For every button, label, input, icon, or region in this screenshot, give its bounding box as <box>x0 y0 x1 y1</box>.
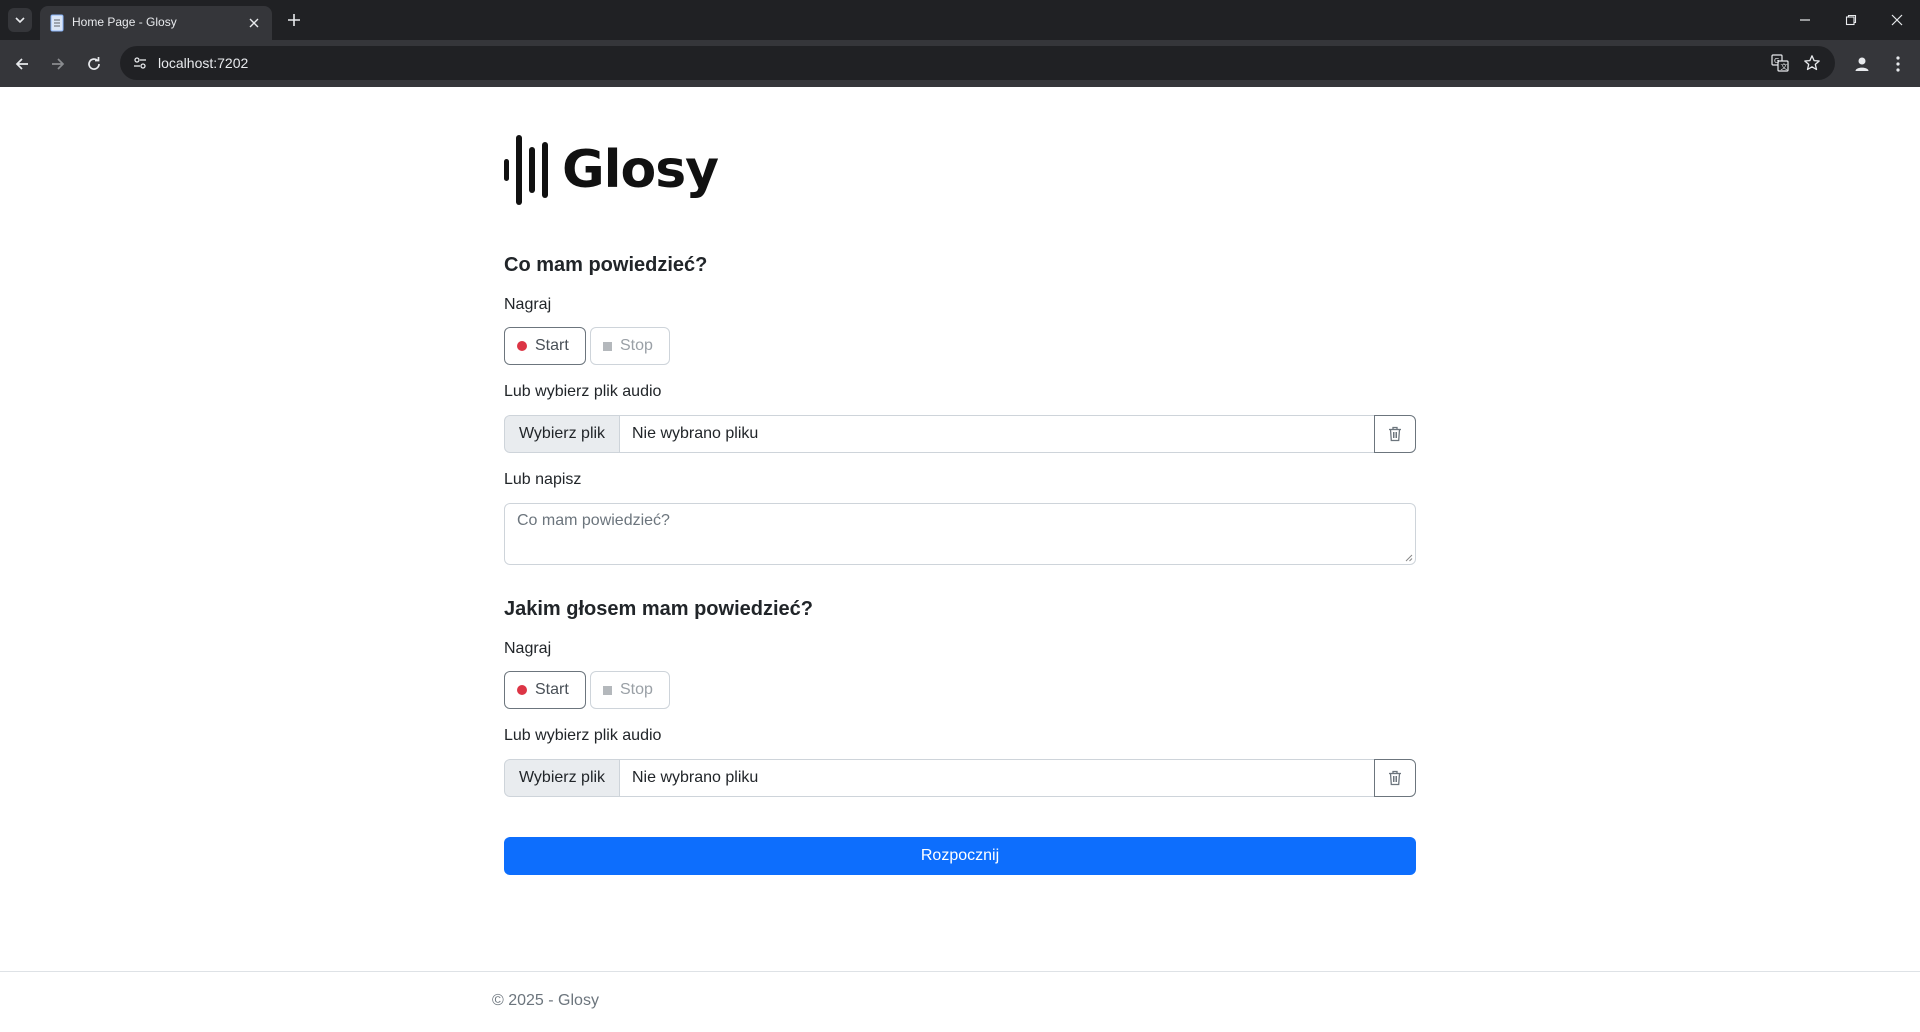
svg-text:文: 文 <box>1781 62 1788 71</box>
tab-title: Home Page - Glosy <box>72 15 177 29</box>
text-input-placeholder: Co mam powiedzieć? <box>517 512 670 529</box>
voice-record-stop-button[interactable]: Stop <box>590 671 670 709</box>
start-process-button[interactable]: Rozpocznij <box>504 837 1416 875</box>
browser-tabbar: Home Page - Glosy <box>0 0 1920 40</box>
file-status-text[interactable]: Nie wybrano pliku <box>620 415 1375 453</box>
browser-toolbar: localhost:7202 G 文 <box>0 40 1920 87</box>
restore-button[interactable] <box>1828 0 1874 40</box>
footer-copyright: © 2025 - Glosy <box>492 992 599 1009</box>
stop-square-icon <box>603 341 612 351</box>
forward-button[interactable] <box>44 50 72 78</box>
audio-file-input[interactable]: Wybierz plik Nie wybrano pliku <box>504 415 1416 453</box>
trash-icon <box>1389 770 1401 786</box>
section-what-heading: Co mam powiedzieć? <box>504 254 708 276</box>
window-close-button[interactable] <box>1874 0 1920 40</box>
record-dot-icon <box>517 341 527 351</box>
close-icon <box>249 18 259 28</box>
logo-text: Glosy <box>562 140 719 200</box>
reload-button[interactable] <box>80 50 108 78</box>
voice-file-input[interactable]: Wybierz plik Nie wybrano pliku <box>504 759 1416 797</box>
arrow-left-icon <box>15 58 28 70</box>
minimize-icon <box>1800 19 1810 21</box>
record-label: Nagraj <box>504 640 552 657</box>
file-status-text[interactable]: Nie wybrano pliku <box>620 759 1375 797</box>
plus-icon <box>288 14 300 26</box>
choose-file-button[interactable]: Wybierz plik <box>504 415 620 453</box>
new-tab-button[interactable] <box>282 8 306 32</box>
choose-file-button[interactable]: Wybierz plik <box>504 759 620 797</box>
url-text: localhost:7202 <box>158 55 249 71</box>
tab-search-button[interactable] <box>8 8 32 32</box>
stop-label: Stop <box>620 681 653 698</box>
section-voice-heading: Jakim głosem mam powiedzieć? <box>504 598 813 620</box>
audio-file-label: Lub wybierz plik audio <box>504 383 662 400</box>
svg-text:G: G <box>1774 57 1779 65</box>
record-stop-button[interactable]: Stop <box>590 327 670 365</box>
back-button[interactable] <box>8 50 36 78</box>
tune-icon <box>134 57 146 69</box>
trash-icon <box>1389 426 1401 442</box>
star-icon <box>1804 55 1820 71</box>
browser-tab-active[interactable]: Home Page - Glosy <box>40 6 272 40</box>
translate-button[interactable]: G 文 <box>1768 51 1792 75</box>
audio-file-label: Lub wybierz plik audio <box>504 727 662 744</box>
close-icon <box>1891 14 1903 26</box>
footer-divider <box>0 971 1920 972</box>
tab-close-button[interactable] <box>244 13 264 33</box>
soundwave-logo-icon <box>504 135 548 205</box>
chevron-down-icon <box>15 17 25 24</box>
site-logo[interactable]: Glosy <box>504 135 719 205</box>
record-dot-icon <box>517 685 527 695</box>
profile-button[interactable] <box>1848 50 1876 78</box>
translate-icon: G 文 <box>1771 54 1789 72</box>
write-label: Lub napisz <box>504 471 582 488</box>
resize-handle-icon[interactable] <box>1405 554 1413 562</box>
record-start-button[interactable]: Start <box>504 327 586 365</box>
start-label: Start <box>535 681 569 698</box>
stop-square-icon <box>603 685 612 695</box>
restore-icon <box>1845 14 1857 26</box>
bookmark-button[interactable] <box>1800 51 1824 75</box>
reload-icon <box>88 57 100 70</box>
text-input[interactable]: Co mam powiedzieć? <box>504 503 1416 565</box>
start-label: Start <box>535 337 569 354</box>
clear-file-button[interactable] <box>1374 759 1416 797</box>
more-vert-icon <box>1896 56 1900 72</box>
stop-label: Stop <box>620 337 653 354</box>
site-info-button[interactable] <box>128 51 152 75</box>
menu-button[interactable] <box>1884 50 1912 78</box>
voice-record-start-button[interactable]: Start <box>504 671 586 709</box>
record-label: Nagraj <box>504 296 552 313</box>
address-bar[interactable]: localhost:7202 G 文 <box>120 46 1835 80</box>
minimize-button[interactable] <box>1782 0 1828 40</box>
arrow-right-icon <box>52 58 65 70</box>
page-favicon-icon <box>50 14 64 32</box>
clear-file-button[interactable] <box>1374 415 1416 453</box>
profile-icon <box>1855 57 1869 71</box>
